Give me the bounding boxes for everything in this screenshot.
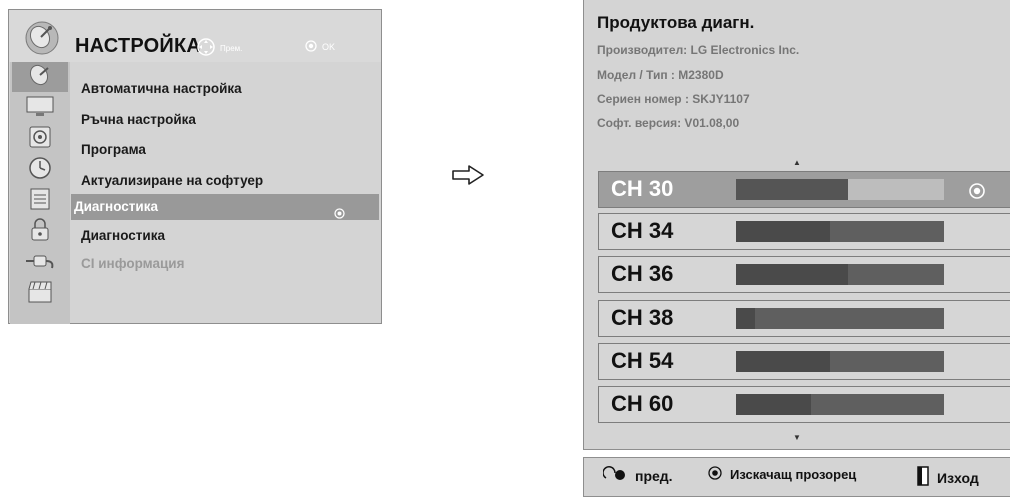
popup-button[interactable]: Изскачащ прозорец (708, 466, 856, 483)
menu-title: НАСТРОЙКА (75, 35, 202, 57)
setup-menu: НАСТРОЙКА Прем. OK Автоматична настройка… (8, 9, 382, 324)
channel-row[interactable]: CH 34 (598, 213, 1010, 250)
signal-bar (736, 308, 944, 329)
signal-bar-fill (736, 351, 830, 372)
ok-button-icon (305, 40, 317, 54)
manufacturer-info: Производител: LG Electronics Inc. (597, 43, 800, 57)
signal-bar-fill (736, 308, 755, 329)
nav-hint-label: Прем. (220, 43, 243, 53)
satellite-dish-icon (24, 20, 60, 56)
category-input[interactable] (12, 248, 68, 278)
signal-bar (736, 351, 944, 372)
monitor-icon (25, 95, 55, 122)
menu-item-diagnostics[interactable]: Диагностика (71, 223, 379, 249)
scroll-up-icon[interactable]: ▲ (793, 158, 801, 167)
software-version-info: Софт. версия: V01.08,00 (597, 116, 740, 130)
menu-item-manual-tuning[interactable]: Ръчна настройка (71, 107, 379, 133)
channel-row[interactable]: CH 38 (598, 300, 1010, 337)
options-icon (27, 186, 53, 217)
clock-icon (27, 155, 53, 186)
ok-hint-label: OK (322, 42, 336, 52)
arrow-right-icon (450, 163, 486, 192)
ok-radio-icon (969, 183, 985, 204)
return-icon (602, 466, 627, 485)
menu-item-diagnostics-selected[interactable]: Диагностика (71, 194, 379, 220)
prev-label: пред. (635, 467, 673, 484)
input-plug-icon (24, 250, 56, 277)
category-media[interactable] (12, 279, 68, 309)
channel-row[interactable]: CH 60 (598, 386, 1010, 423)
signal-bar-fill (736, 264, 849, 285)
satellite-dish-icon (26, 62, 54, 93)
signal-bar-fill (736, 394, 811, 415)
clapperboard-icon (26, 279, 54, 310)
footer-bar: пред. Изскачащ прозорец Изход (583, 457, 1010, 497)
model-info: Модел / Тип : M2380D (597, 68, 724, 82)
signal-bar (736, 394, 944, 415)
menu-item-ci-info: CI информация (81, 256, 185, 271)
channel-label: CH 54 (611, 348, 674, 373)
channel-label: CH 60 (611, 391, 674, 416)
exit-button[interactable]: Изход (917, 466, 979, 489)
exit-icon (917, 466, 929, 489)
diagnostics-title: Продуктова диагн. (597, 13, 755, 32)
menu-item-auto-tuning[interactable]: Автоматична настройка (71, 76, 379, 102)
scroll-down-icon[interactable]: ▼ (793, 433, 801, 442)
ok-hint: OK (305, 40, 335, 54)
signal-bar (736, 264, 944, 285)
menu-item-label: Диагностика (74, 199, 158, 214)
menu-header: НАСТРОЙКА Прем. OK (9, 10, 381, 62)
signal-bar-fill (736, 179, 849, 200)
popup-label: Изскачащ прозорец (730, 467, 857, 482)
channel-row[interactable]: CH 30 (598, 171, 1010, 208)
product-diagnostics-panel: Продуктова диагн. Производител: LG Elect… (583, 0, 1010, 450)
category-picture[interactable] (12, 93, 68, 123)
channel-label: CH 30 (611, 176, 674, 201)
signal-bar-fill (736, 221, 830, 242)
channel-row[interactable]: CH 36 (598, 256, 1010, 293)
dpad-icon (197, 38, 215, 58)
menu-item-software-update[interactable]: Актуализиране на софтуер (71, 168, 379, 194)
menu-category-icons (10, 62, 70, 324)
navigation-hint: Прем. (197, 38, 242, 58)
exit-label: Изход (937, 469, 979, 486)
channel-label: CH 34 (611, 218, 674, 243)
category-time[interactable] (12, 155, 68, 185)
menu-item-program[interactable]: Програма (71, 137, 379, 163)
category-options[interactable] (12, 186, 68, 216)
speaker-icon (27, 124, 53, 155)
lock-icon (28, 217, 52, 248)
signal-bar (736, 179, 944, 200)
serial-info: Сериен номер : SKJY1107 (597, 92, 750, 106)
channel-label: CH 36 (611, 261, 674, 286)
category-audio[interactable] (12, 124, 68, 154)
channel-label: CH 38 (611, 305, 674, 330)
ok-radio-icon (708, 466, 722, 483)
channel-row[interactable]: CH 54 (598, 343, 1010, 380)
category-channel[interactable] (12, 62, 68, 92)
signal-bar (736, 221, 944, 242)
prev-button[interactable]: пред. (602, 466, 673, 485)
category-lock[interactable] (12, 217, 68, 247)
